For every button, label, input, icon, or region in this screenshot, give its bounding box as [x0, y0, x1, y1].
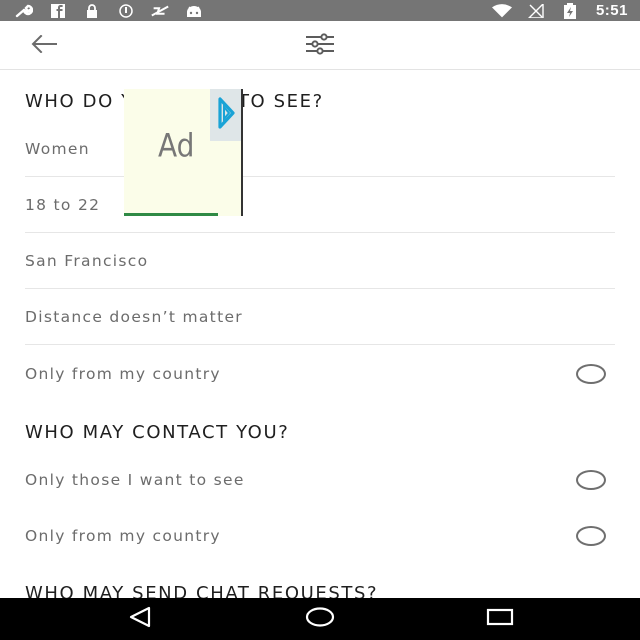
- row-label: Distance doesn’t matter: [25, 307, 243, 326]
- ad-choices-button[interactable]: [210, 89, 241, 141]
- status-time: 5:51: [595, 2, 628, 19]
- row-gender[interactable]: Women: [25, 121, 615, 177]
- block-icon: [150, 4, 170, 18]
- nav-home-button[interactable]: [298, 606, 342, 632]
- facebook-icon: [48, 3, 68, 18]
- section-heading-who-may-send-chat: WHO MAY SEND CHAT REQUESTS?: [25, 583, 379, 598]
- row-label: Only from my country: [25, 527, 221, 545]
- wifi-icon: [491, 3, 512, 18]
- row-label: Only those I want to see: [25, 471, 245, 489]
- row-age-range[interactable]: 18 to 22: [25, 177, 615, 233]
- section-heading-who-may-contact: WHO MAY CONTACT YOU?: [25, 422, 290, 443]
- wrench-icon: [14, 4, 34, 18]
- android-icon: [184, 4, 204, 18]
- toolbar: [0, 21, 640, 70]
- ad-choices-icon: [216, 95, 236, 136]
- radio-button[interactable]: [576, 364, 606, 384]
- status-bar: 5:51: [0, 0, 640, 21]
- row-label: 18 to 22: [25, 195, 101, 214]
- row-label: Only from my country: [25, 365, 221, 383]
- status-notification-icons: [14, 3, 204, 18]
- back-arrow-icon: [31, 34, 57, 58]
- recents-square-icon: [486, 606, 514, 633]
- ad-banner[interactable]: Ad: [124, 89, 243, 216]
- circle-icon: [116, 3, 136, 18]
- lock-icon: [82, 3, 102, 18]
- settings-content: WHO DO YOU WANT TO SEE? Women 18 to 22 S…: [0, 71, 640, 598]
- home-circle-icon: [305, 606, 335, 633]
- row-location[interactable]: San Francisco: [25, 233, 615, 289]
- radio-button[interactable]: [576, 526, 606, 546]
- row-see-only-my-country[interactable]: Only from my country: [25, 346, 615, 402]
- nav-back-button[interactable]: [118, 606, 162, 632]
- row-contact-only-my-country[interactable]: Only from my country: [25, 508, 615, 564]
- row-label: Women: [25, 139, 90, 158]
- ad-label: Ad: [158, 126, 195, 165]
- ad-border: [241, 89, 243, 216]
- row-distance[interactable]: Distance doesn’t matter: [25, 289, 615, 345]
- radio-button[interactable]: [576, 470, 606, 490]
- ad-underline: [124, 213, 218, 216]
- navigation-bar: [0, 598, 640, 640]
- back-triangle-icon: [127, 606, 153, 633]
- status-system-icons: 5:51: [491, 2, 628, 19]
- filter-sliders-icon: [305, 32, 335, 60]
- row-contact-only-those-i-want[interactable]: Only those I want to see: [25, 452, 615, 508]
- battery-charging-icon: [560, 2, 580, 19]
- back-button[interactable]: [26, 33, 62, 59]
- nav-recents-button[interactable]: [478, 606, 522, 632]
- row-label: San Francisco: [25, 251, 149, 270]
- filter-button[interactable]: [300, 31, 340, 61]
- no-signal-icon: [526, 3, 546, 18]
